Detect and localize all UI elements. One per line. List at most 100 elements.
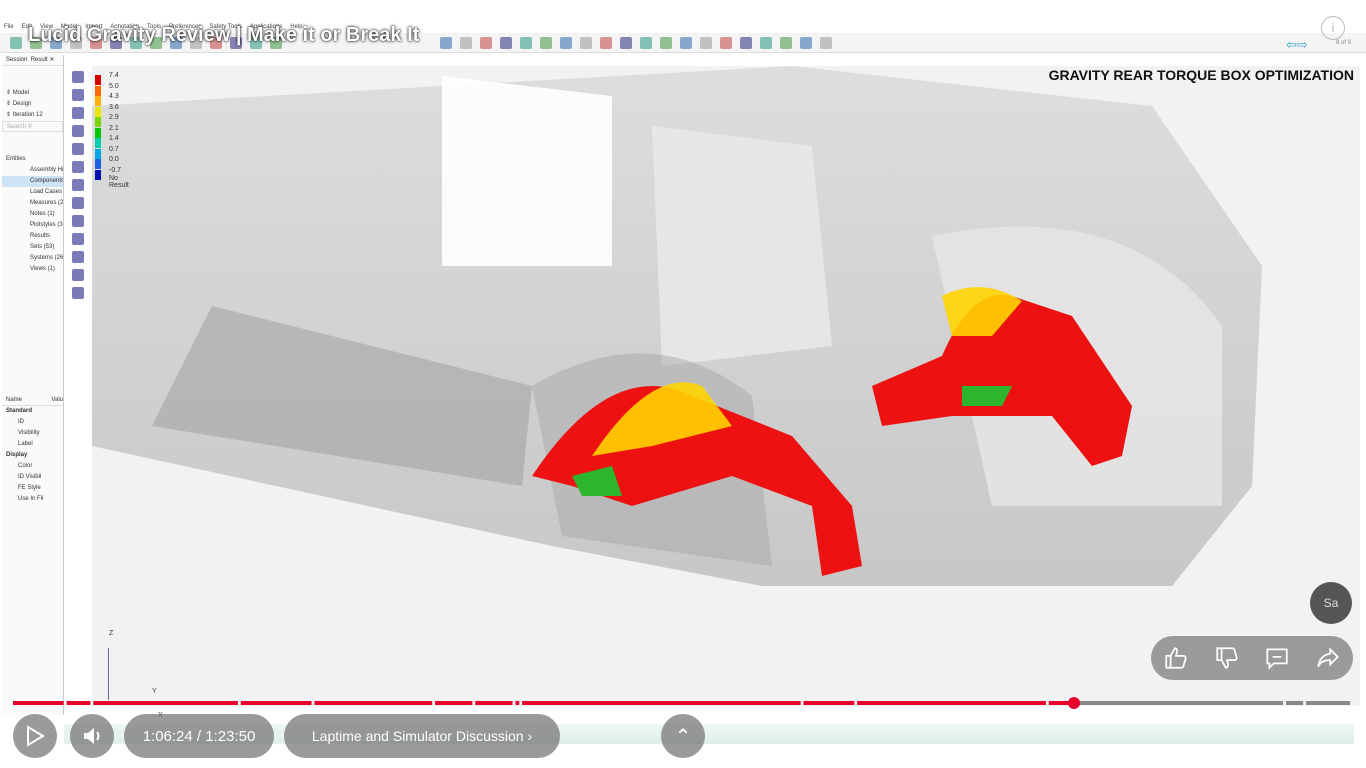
legend-label: 3.6: [109, 103, 119, 111]
toolbar-button[interactable]: [520, 37, 532, 49]
legend-swatch: [95, 85, 101, 96]
toolbar-button[interactable]: [560, 37, 572, 49]
played-segment: [475, 701, 513, 705]
toolbar-button[interactable]: [540, 37, 552, 49]
expand-button[interactable]: ⌃: [661, 714, 705, 758]
chapter-button[interactable]: Laptime and Simulator Discussion ›: [284, 714, 560, 758]
chapter-segment[interactable]: [1286, 701, 1304, 705]
video-player[interactable]: File Edit View Model Import Annotation Tools Pr…: [0, 0, 1366, 768]
legend-label: 0.0: [109, 156, 119, 163]
search-icon: ⚲: [27, 124, 33, 130]
played-segment: [314, 701, 433, 705]
model-dropdown[interactable]: ⇕ Model: [2, 88, 63, 99]
played-segment: [435, 701, 473, 705]
legend-swatch: [95, 127, 101, 138]
entity-item[interactable]: Components: [2, 176, 63, 187]
mute-button[interactable]: [70, 714, 114, 758]
toolbar-button[interactable]: [500, 37, 512, 49]
property-row[interactable]: Color: [2, 461, 63, 472]
entity-item[interactable]: Systems (26: [2, 253, 63, 264]
toolbar-button[interactable]: [800, 37, 812, 49]
tab-result[interactable]: Result: [31, 57, 48, 63]
comment-icon[interactable]: [1264, 645, 1290, 671]
chevron-up-icon: ⌃: [674, 725, 692, 748]
chapter-segment[interactable]: [1306, 701, 1350, 705]
video-title[interactable]: Lucid Gravity Review | Make it or Break …: [28, 24, 419, 47]
property-row[interactable]: Label: [2, 439, 63, 450]
channel-avatar[interactable]: Sa: [1310, 582, 1352, 624]
legend-label: 1.4: [109, 135, 119, 142]
overlay-heading: GRAVITY REAR TORQUE BOX OPTIMIZATION: [1048, 67, 1354, 83]
property-row[interactable]: Visibility: [2, 428, 63, 439]
toolbar-button[interactable]: [600, 37, 612, 49]
play-icon: [27, 725, 45, 747]
display-section[interactable]: Display: [2, 450, 63, 461]
toolbar-button[interactable]: [580, 37, 592, 49]
legend-swatch: [95, 106, 101, 117]
property-row[interactable]: ID Visibil: [2, 472, 63, 483]
played-segment: [515, 701, 520, 705]
played-segment: [240, 701, 312, 705]
legend-label: 4.3: [109, 93, 119, 100]
chapter-segment[interactable]: [1048, 701, 1283, 705]
3d-viewport[interactable]: [92, 66, 1360, 706]
toolbar-button[interactable]: [700, 37, 712, 49]
page-nav-arrows[interactable]: ⇦⇨: [1286, 37, 1308, 53]
legend-label: 2.9: [109, 114, 119, 121]
chevron-right-icon: ›: [527, 728, 533, 744]
like-icon[interactable]: [1163, 645, 1189, 671]
toolbar-button[interactable]: [720, 37, 732, 49]
entity-item[interactable]: Load Cases: [2, 187, 63, 198]
entity-item[interactable]: Results: [2, 231, 63, 242]
legend-swatch: [95, 96, 101, 106]
toolbar-button[interactable]: [780, 37, 792, 49]
legend-label: 7.4: [109, 72, 119, 79]
toolbar-button[interactable]: [440, 37, 452, 49]
played-segment: [857, 701, 1046, 705]
toolbar-button[interactable]: [640, 37, 652, 49]
entity-item[interactable]: Views (1): [2, 264, 63, 275]
volume-icon: [84, 728, 100, 744]
toolbar-button[interactable]: [680, 37, 692, 49]
toolbar-button[interactable]: [10, 37, 22, 49]
legend-label: 5.0: [109, 82, 119, 90]
legend-label: 2.1: [109, 124, 119, 132]
entities-label: Entities: [6, 156, 26, 162]
action-bar: [1151, 636, 1353, 680]
toolbar-button[interactable]: [620, 37, 632, 49]
play-button[interactable]: [13, 714, 57, 758]
browser-panel: Session Result ✕ ⇕ Model ⇕ Design ⇕ Iter…: [2, 55, 64, 715]
menu-item[interactable]: File: [4, 24, 14, 30]
iteration-dropdown[interactable]: ⇕ Iteration 12: [2, 110, 63, 121]
played-segment: [522, 701, 801, 705]
played-segment: [93, 701, 238, 705]
legend-swatch: [95, 117, 101, 127]
tab-session[interactable]: Session: [6, 57, 27, 63]
property-row[interactable]: ID: [2, 417, 63, 428]
toolbar-button[interactable]: [660, 37, 672, 49]
toolbar-button[interactable]: [760, 37, 772, 49]
property-row[interactable]: Use In Fil: [2, 494, 63, 505]
info-icon[interactable]: i: [1321, 16, 1345, 40]
legend-swatch: [95, 138, 101, 148]
design-dropdown[interactable]: ⇕ Design: [2, 99, 63, 110]
scrubber-handle[interactable]: [1068, 697, 1081, 709]
toolbar-button[interactable]: [740, 37, 752, 49]
entity-item[interactable]: Assembly Hi: [2, 165, 63, 176]
entity-item[interactable]: Sets (53): [2, 242, 63, 253]
search-input[interactable]: Search ⚲: [2, 121, 63, 132]
share-icon[interactable]: [1315, 645, 1341, 671]
legend-swatch: [95, 159, 101, 169]
progress-bar[interactable]: [13, 701, 1353, 705]
standard-section[interactable]: Standard: [2, 406, 63, 417]
toolbar-button[interactable]: [480, 37, 492, 49]
entity-item[interactable]: Plotstyles (3: [2, 220, 63, 231]
toolbar-button[interactable]: [820, 37, 832, 49]
entity-item[interactable]: Measures (2: [2, 198, 63, 209]
entity-item[interactable]: Notes (1): [2, 209, 63, 220]
toolbar-button[interactable]: [460, 37, 472, 49]
dislike-icon[interactable]: [1214, 645, 1240, 671]
property-row[interactable]: FE Style: [2, 483, 63, 494]
legend-label: -0.7: [109, 166, 122, 174]
tool-icon-column: [66, 65, 90, 365]
